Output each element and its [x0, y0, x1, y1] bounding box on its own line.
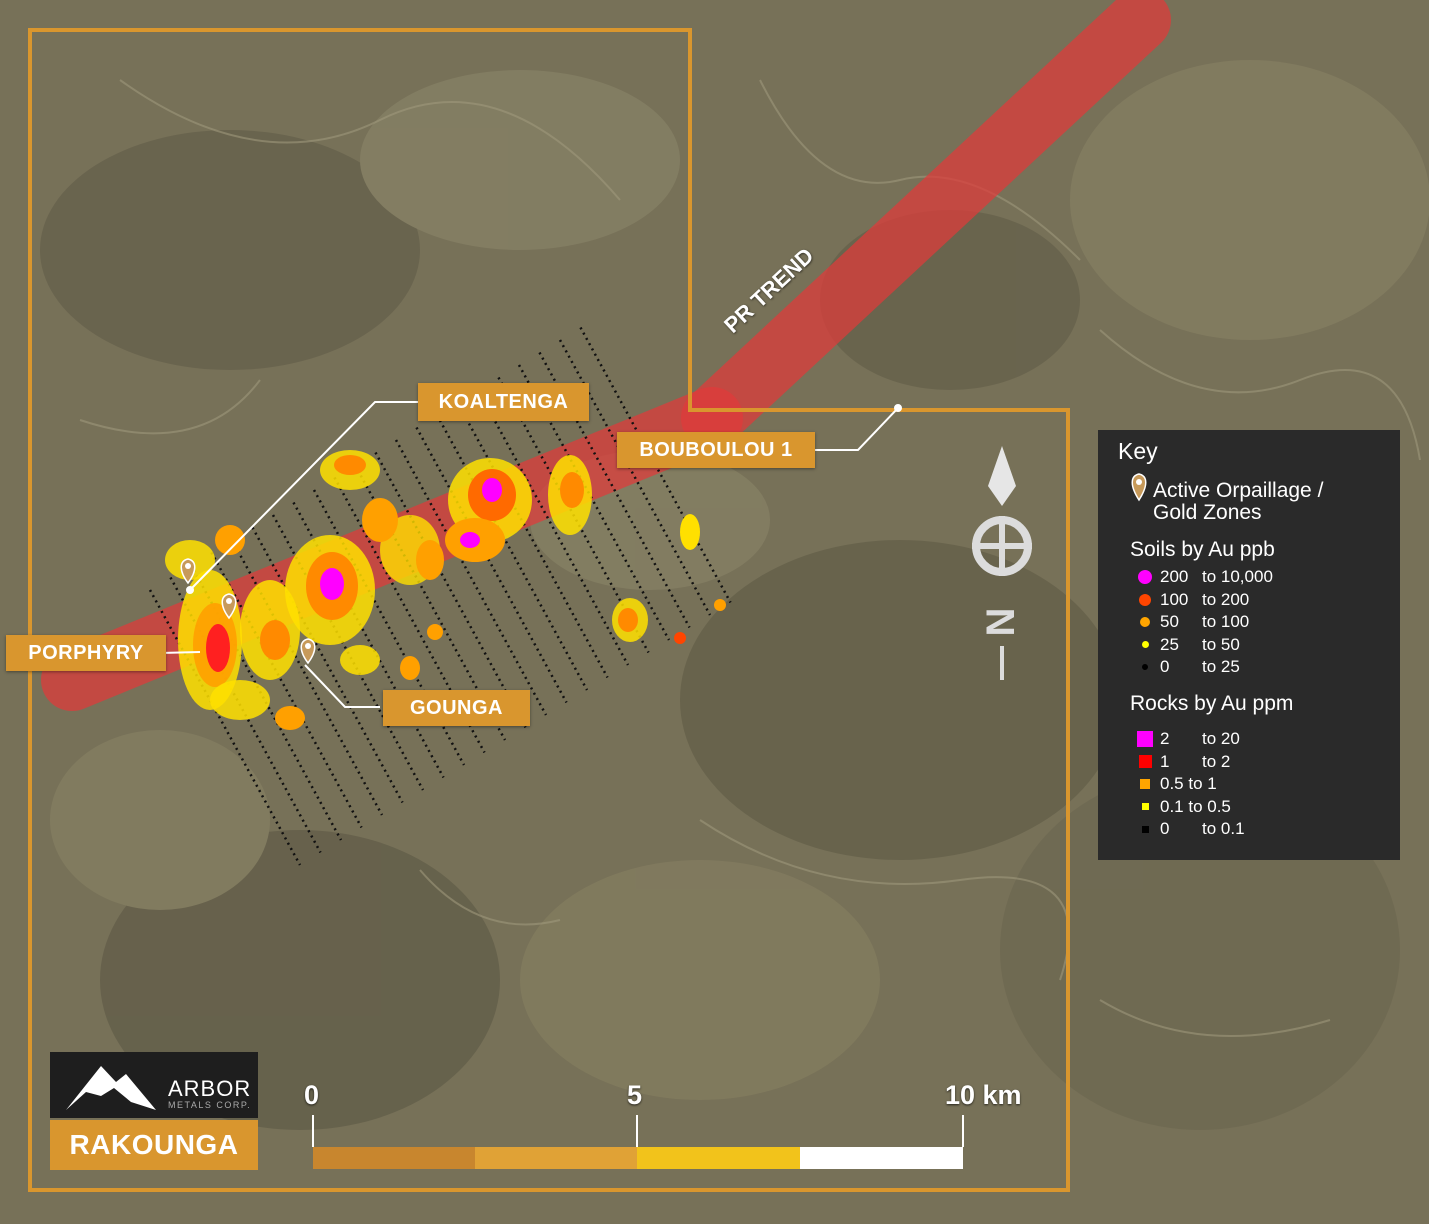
legend-orpaillage-line2: Gold Zones	[1153, 501, 1262, 524]
soil-range-high: to 10,000	[1202, 567, 1273, 586]
callout-bouboulou[interactable]: BOUBOULOU 1	[617, 432, 815, 468]
company-subname: METALS CORP.	[168, 1100, 252, 1110]
orpaillage-marker-icon	[1131, 473, 1147, 502]
soil-range-high: to 25	[1202, 657, 1240, 676]
north-label: N	[979, 608, 1023, 637]
north-arrow-needle-icon	[988, 446, 1016, 506]
scale-tick-0: 0	[304, 1080, 320, 1110]
soil-row: 200 to 10,000	[1130, 566, 1273, 588]
legend-orpaillage: Active Orpaillage / Gold Zones	[1153, 480, 1323, 524]
soil-range-high: to 100	[1202, 612, 1250, 631]
callout-koaltenga[interactable]: KOALTENGA	[418, 383, 589, 421]
mountain-logo-icon	[66, 1066, 156, 1110]
rock-row: 1 to 2	[1130, 751, 1230, 773]
soil-swatch-icon	[1130, 593, 1160, 606]
rock-range-high: to 2	[1202, 751, 1231, 771]
rock-swatch-icon	[1130, 779, 1160, 789]
rock-range-low: 0.1 to 0.5	[1160, 796, 1231, 816]
callout-porphyry[interactable]: PORPHYRY	[6, 635, 166, 671]
callout-gounga[interactable]: GOUNGA	[383, 690, 530, 726]
soil-range-low: 100	[1160, 589, 1189, 609]
soil-range-high: to 200	[1202, 589, 1250, 609]
soil-row: 25 to 50	[1130, 634, 1240, 656]
company-name: ARBOR	[168, 1076, 252, 1101]
soil-swatch-icon	[1130, 664, 1160, 670]
callout-koaltenga-text: KOALTENGA	[438, 390, 569, 413]
soil-range-high: to 50	[1202, 634, 1240, 654]
rock-range-low: 0	[1160, 819, 1170, 838]
scale-tick-10: 10 km	[945, 1080, 1022, 1110]
legend-orpaillage-line1: Active Orpaillage /	[1153, 479, 1324, 502]
callout-bouboulou-text: BOUBOULOU 1	[639, 438, 793, 461]
scale-tick-5: 5	[627, 1080, 643, 1110]
rock-range-low: 1	[1160, 751, 1170, 771]
company-logo: ARBOR METALS CORP.	[50, 1052, 258, 1118]
soil-swatch-icon	[1130, 570, 1160, 584]
callout-porphyry-text: PORPHYRY	[28, 641, 144, 664]
legend-title: Key	[1118, 438, 1158, 464]
soil-row: 100 to 200	[1130, 589, 1249, 611]
legend-rocks-title: Rocks by Au ppm	[1130, 692, 1294, 715]
rock-swatch-icon	[1130, 803, 1160, 810]
rock-row: 2 to 20	[1130, 728, 1240, 750]
rock-range-low: 0.5 to 1	[1160, 774, 1217, 793]
rock-swatch-icon	[1130, 825, 1160, 833]
rock-swatch-icon	[1130, 731, 1160, 747]
soil-row: 50 to 100	[1130, 611, 1249, 633]
callout-gounga-text: GOUNGA	[410, 696, 503, 719]
soil-row: 0 to 25	[1130, 656, 1240, 678]
rock-row: 0.5 to 1	[1130, 773, 1217, 795]
soil-swatch-icon	[1130, 617, 1160, 627]
rock-range-high: to 0.1	[1202, 819, 1245, 838]
rock-range-high: to 20	[1202, 729, 1240, 748]
soil-swatch-icon	[1130, 641, 1160, 648]
north-arrow: N	[972, 446, 1032, 680]
rock-row: 0 to 0.1	[1130, 818, 1245, 840]
legend-soils-title: Soils by Au ppb	[1130, 538, 1275, 561]
project-name: RAKOUNGA	[50, 1120, 258, 1170]
soil-range-low: 200	[1160, 567, 1189, 586]
map-legend: Key Active Orpaillage / Gold Zones Soils…	[1098, 430, 1400, 860]
rock-row: 0.1 to 0.5	[1130, 796, 1231, 818]
rock-swatch-icon	[1130, 755, 1160, 768]
soil-range-low: 50	[1160, 612, 1179, 631]
soil-range-low: 0	[1160, 657, 1170, 676]
soil-range-low: 25	[1160, 634, 1179, 654]
rock-range-low: 2	[1160, 729, 1170, 748]
